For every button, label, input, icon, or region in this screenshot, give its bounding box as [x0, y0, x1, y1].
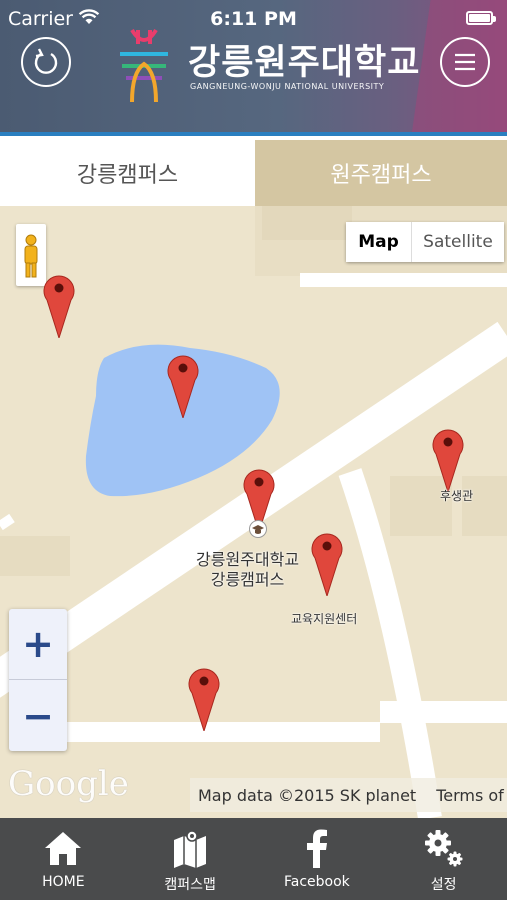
university-title: 강릉원주대학교	[188, 43, 421, 83]
zoom-in-button[interactable]: +	[9, 609, 67, 680]
nav-settings-label: 설정	[430, 877, 457, 893]
university-logo-icon	[120, 28, 168, 103]
map-marker[interactable]	[165, 348, 201, 418]
battery-icon	[466, 11, 496, 25]
satellite-view-button[interactable]: Satellite	[412, 222, 504, 262]
map-attribution: Map data ©2015 SK planet Terms of Use	[190, 778, 507, 812]
map-marker[interactable]	[186, 661, 222, 731]
education-center-label: 교육지원센터	[291, 612, 358, 626]
tab-wonju-campus[interactable]: 원주캠퍼스	[255, 140, 507, 206]
map-type-toggle: Map Satellite	[346, 222, 504, 262]
back-button[interactable]	[21, 37, 71, 87]
refresh-back-icon	[34, 48, 58, 74]
nav-facebook[interactable]: Facebook	[254, 818, 381, 900]
university-subtitle: GANGNEUNG-WONJU NATIONAL UNIVERSITY	[190, 82, 385, 91]
settings-gear-icon	[424, 830, 463, 867]
map-marker-welfare[interactable]	[430, 422, 466, 492]
welfare-building-label: 후생관	[440, 489, 474, 503]
zoom-controls: + −	[9, 609, 67, 751]
home-icon	[45, 832, 82, 865]
campus-map[interactable]: Map Satellite 강릉원주대학교 강릉캠퍼스 후생관 교육지원센터 +…	[0, 206, 507, 818]
google-logo: Google	[8, 764, 129, 804]
nav-campus-map-label: 캠퍼스맵	[164, 877, 216, 893]
campus-tabs: 강릉캠퍼스 원주캠퍼스	[0, 140, 507, 206]
terms-of-use-link[interactable]: Terms of Use	[436, 786, 507, 805]
nav-home-label: HOME	[42, 874, 85, 890]
campus-label-line1: 강릉원주대학교	[196, 550, 300, 569]
nav-home[interactable]: HOME	[0, 818, 127, 900]
nav-settings[interactable]: 설정	[380, 818, 507, 900]
app-header: Carrier 6:11 PM 강릉원주대학교 GANGNEUNG-WONJU …	[0, 0, 507, 136]
school-cap-icon	[249, 520, 267, 538]
nav-facebook-label: Facebook	[283, 874, 350, 890]
map-data-credit: Map data ©2015 SK planet	[198, 785, 417, 805]
facebook-icon	[306, 829, 327, 868]
map-marker-education[interactable]	[309, 526, 345, 596]
zoom-out-button[interactable]: −	[9, 680, 67, 751]
status-time: 6:11 PM	[210, 8, 297, 30]
map-icon	[174, 830, 207, 868]
nav-campus-map[interactable]: 캠퍼스맵	[127, 818, 254, 900]
map-marker[interactable]	[41, 268, 77, 338]
campus-map-label: 강릉원주대학교 강릉캠퍼스	[196, 550, 299, 590]
hamburger-menu-icon	[455, 53, 475, 71]
campus-label-line2: 강릉캠퍼스	[210, 570, 285, 589]
status-bar: Carrier 6:11 PM	[0, 0, 507, 38]
map-view-button[interactable]: Map	[346, 222, 412, 262]
bottom-navigation: HOME 캠퍼스맵 Facebook 설정	[0, 818, 507, 900]
tab-gangneung-campus[interactable]: 강릉캠퍼스	[0, 140, 255, 206]
menu-button[interactable]	[440, 37, 490, 87]
